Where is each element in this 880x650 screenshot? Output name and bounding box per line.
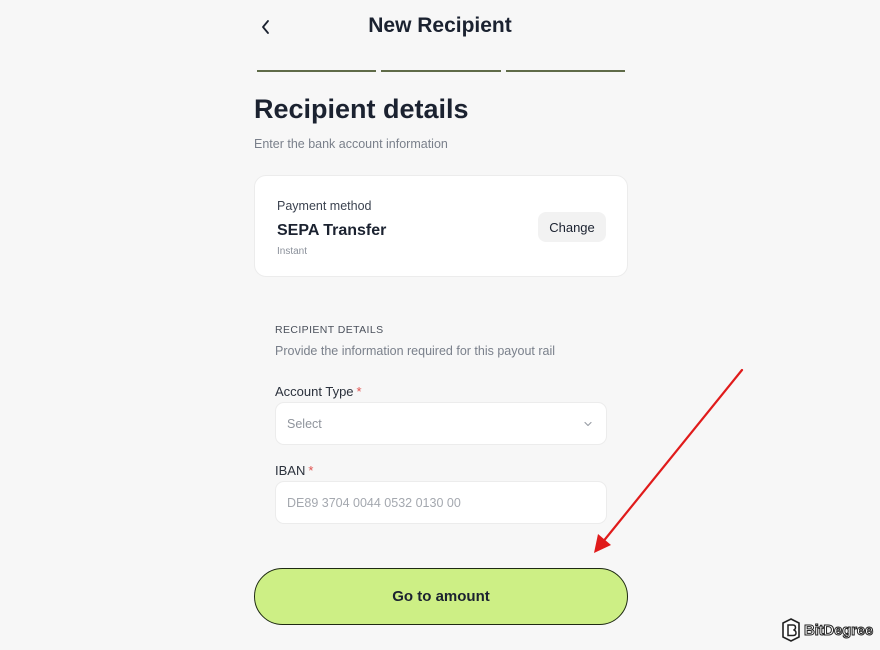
page-header-title: New Recipient [368,14,512,37]
progress-step-2 [381,70,501,72]
payment-method-label: Payment method [277,199,372,213]
required-marker: * [308,463,314,478]
required-marker: * [356,384,362,399]
watermark-text: BitDegree [803,621,874,639]
go-to-amount-button[interactable]: Go to amount [254,568,628,625]
iban-label-text: IBAN [275,463,306,478]
account-type-select[interactable]: Select [275,402,607,445]
payment-method-speed: Instant [277,246,308,257]
payment-method-name: SEPA Transfer [277,222,387,239]
chevron-down-icon [584,421,592,427]
watermark: BitDegree [781,618,874,642]
page-title: Recipient details [254,94,469,124]
bitdegree-logo-icon [782,618,800,642]
iban-field-container [275,481,607,524]
account-type-selected-value: Select [287,416,322,431]
account-type-label-text: Account Type [275,384,354,399]
change-payment-method-button[interactable]: Change [538,212,606,242]
iban-input[interactable] [287,495,595,510]
progress-step-1 [257,70,377,72]
account-type-label: Account Type * [275,384,362,399]
progress-bar [257,70,625,73]
progress-step-3 [505,70,625,72]
payment-method-card: Payment method SEPA Transfer Instant Cha… [254,175,628,277]
section-description: Provide the information required for thi… [275,344,556,358]
back-button[interactable] [255,16,277,38]
page-subtitle: Enter the bank account information [254,137,448,151]
chevron-left-icon [262,20,269,34]
iban-label: IBAN * [275,463,313,478]
section-heading: RECIPIENT DETAILS [275,324,384,336]
